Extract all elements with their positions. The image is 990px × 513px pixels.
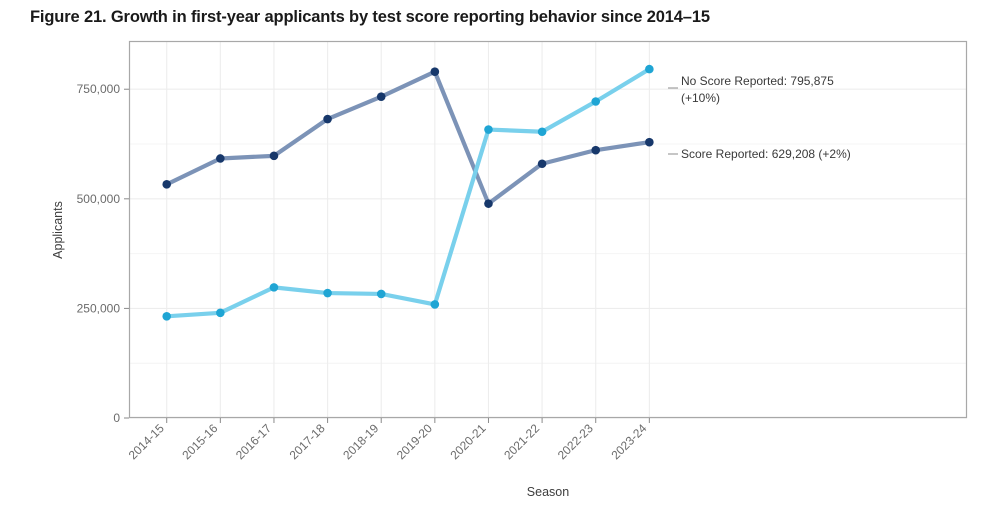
data-point — [269, 283, 279, 292]
y-tick-label: 750,000 — [77, 82, 121, 96]
x-tick-label: 2016-17 — [233, 421, 274, 462]
data-point — [591, 145, 601, 155]
x-tick-label: 2015-16 — [179, 421, 220, 462]
data-point — [376, 289, 386, 299]
line-chart: 0250,000500,000750,000 2014-15 2015-16 201… — [51, 40, 968, 499]
data-point — [216, 154, 225, 163]
data-point — [537, 159, 547, 169]
y-axis-ticks: 0 250,000 500,000 750,000 — [77, 82, 129, 425]
data-point — [591, 97, 601, 106]
data-point — [430, 300, 440, 309]
data-point — [645, 64, 654, 74]
y-axis-title: Applicants — [51, 201, 65, 259]
data-point — [484, 199, 493, 208]
no-score-annotation-line1: No Score Reported: 795,875 — [681, 74, 834, 88]
x-tick-label: 2022-23 — [555, 421, 596, 462]
y-tick-label: 250,000 — [77, 301, 121, 315]
data-point — [376, 92, 386, 101]
x-axis-ticks: 2014-15 2015-16 2016-17 2017-18 2018-19 2019-… — [126, 418, 650, 462]
y-tick-label: 0 — [113, 411, 120, 425]
data-point — [162, 180, 172, 189]
x-tick-label: 2014-15 — [126, 421, 167, 462]
data-point — [269, 151, 279, 161]
x-tick-label: 2020-21 — [448, 421, 489, 462]
no-score-annotation-line2: (+10%) — [681, 91, 720, 105]
data-point — [216, 308, 225, 318]
x-tick-label: 2023-24 — [608, 421, 649, 462]
x-axis-title: Season — [527, 485, 569, 499]
data-point — [484, 125, 493, 134]
data-point — [323, 114, 332, 124]
score-annotation-line1: Score Reported: 629,208 (+2%) — [681, 147, 851, 161]
data-point — [162, 312, 172, 321]
data-point — [430, 67, 440, 76]
plot-area-background — [129, 41, 967, 418]
x-tick-label: 2017-18 — [287, 421, 328, 462]
data-point — [645, 137, 654, 147]
x-tick-label: 2019-20 — [394, 421, 435, 462]
x-tick-label: 2021-22 — [501, 421, 542, 462]
data-point — [537, 127, 547, 137]
x-tick-label: 2018-19 — [340, 421, 381, 462]
figure-container: Figure 21. Growth in first-year applican… — [0, 0, 990, 513]
data-point — [323, 288, 332, 298]
y-tick-label: 500,000 — [77, 192, 121, 206]
